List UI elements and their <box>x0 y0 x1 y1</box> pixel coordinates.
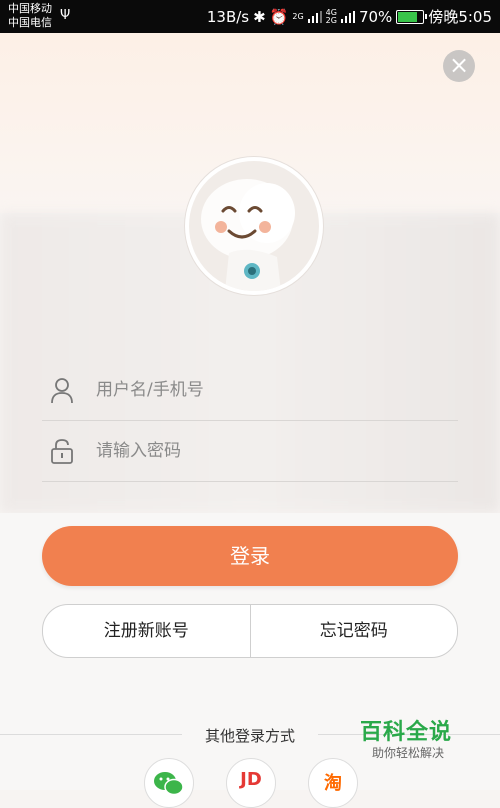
user-icon <box>51 378 73 404</box>
jd-login-button[interactable]: JD <box>226 758 276 808</box>
network-type-1: 2G <box>292 11 304 21</box>
close-icon[interactable]: × <box>443 50 475 82</box>
signal-icon <box>307 10 322 23</box>
password-field <box>42 421 458 482</box>
wechat-icon <box>154 772 184 796</box>
watermark-logo: 百科全说 助你轻松解决 <box>360 714 490 764</box>
usb-icon: Ψ <box>60 8 71 23</box>
forgot-password-button[interactable]: 忘记密码 <box>251 605 458 657</box>
jd-icon: JD <box>240 769 262 790</box>
status-right: 13B/s ✱ ⏰ 2G 4G 2G 70% 傍晚5:05 <box>207 6 492 27</box>
username-input[interactable] <box>94 374 438 406</box>
network-type-2: 4G 2G <box>325 7 337 25</box>
register-button[interactable]: 注册新账号 <box>43 605 250 657</box>
account-actions: 注册新账号 忘记密码 <box>42 604 458 658</box>
taobao-login-button[interactable]: 淘 <box>308 758 358 808</box>
status-bar: 中国移动 中国电信 Ψ 13B/s ✱ ⏰ 2G 4G 2G 70% 傍晚5:05 <box>0 0 500 33</box>
wechat-login-button[interactable] <box>144 758 194 808</box>
username-field <box>42 360 458 421</box>
signal-icon-2 <box>340 10 355 23</box>
mascot-face-icon <box>201 179 295 291</box>
watermark-brand: 百科全说 <box>360 720 453 745</box>
lock-icon <box>51 439 73 464</box>
carrier-1: 中国移动 <box>8 2 52 15</box>
battery-percent: 70% <box>358 7 393 26</box>
carrier-info: 中国移动 中国电信 <box>8 2 52 30</box>
password-input[interactable] <box>94 435 438 467</box>
carrier-2: 中国电信 <box>8 16 52 29</box>
alarm-icon: ⏰ <box>269 7 289 26</box>
watermark-slogan: 助你轻松解决 <box>372 746 445 760</box>
network-speed: 13B/s <box>206 7 250 26</box>
battery-icon <box>396 9 428 24</box>
avatar <box>185 157 323 295</box>
bluetooth-icon: ✱ <box>253 7 266 26</box>
login-button[interactable]: 登录 <box>42 526 458 586</box>
taobao-icon: 淘 <box>324 773 342 794</box>
clock: 傍晚5:05 <box>428 8 492 26</box>
